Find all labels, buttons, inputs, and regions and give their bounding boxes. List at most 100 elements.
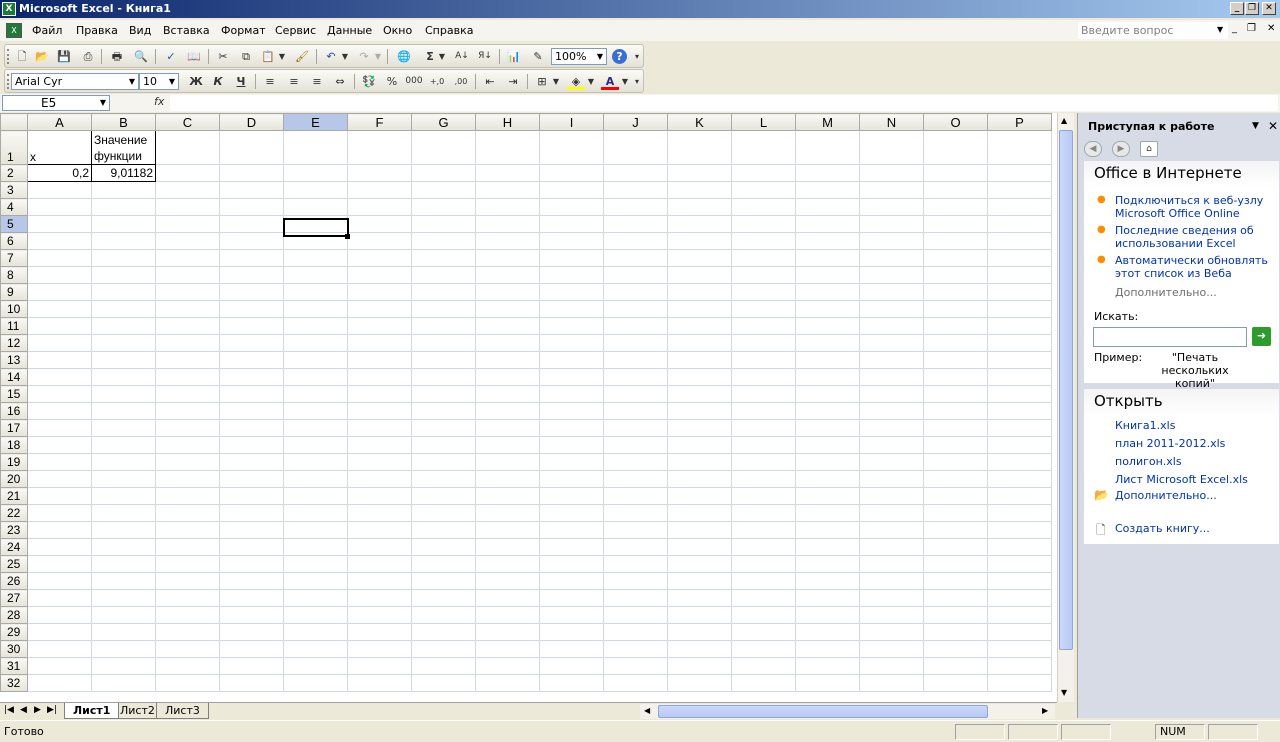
help-icon[interactable]: ? <box>612 49 627 64</box>
font-size-select[interactable]: 10 ▼ <box>139 73 179 90</box>
cell[interactable] <box>347 402 412 420</box>
row-header[interactable]: 14 <box>0 368 28 386</box>
cell[interactable] <box>795 317 860 335</box>
cell[interactable] <box>603 487 668 505</box>
cell[interactable] <box>923 249 988 267</box>
cell[interactable] <box>987 198 1052 216</box>
cell[interactable] <box>731 453 796 471</box>
cell[interactable] <box>987 232 1052 250</box>
cell[interactable] <box>219 521 284 539</box>
cell[interactable] <box>155 521 220 539</box>
cell[interactable] <box>859 487 924 505</box>
cell[interactable] <box>731 283 796 301</box>
cell[interactable] <box>731 317 796 335</box>
save-icon[interactable]: 💾 <box>55 48 73 65</box>
cell[interactable] <box>731 181 796 199</box>
cell[interactable] <box>91 572 156 590</box>
row-header[interactable]: 17 <box>0 419 28 437</box>
paste-icon[interactable]: 📋 <box>259 48 277 65</box>
cell[interactable] <box>603 555 668 573</box>
drawing-icon[interactable]: ✎ <box>529 48 547 65</box>
restore-button[interactable]: ❐ <box>1245 2 1259 15</box>
horizontal-scrollbar[interactable]: ◀ ▶ <box>640 704 1055 719</box>
cell[interactable] <box>667 283 732 301</box>
workbook-icon[interactable]: X <box>6 23 22 38</box>
cell[interactable] <box>987 657 1052 675</box>
menu-insert[interactable]: Вставка <box>163 24 210 37</box>
column-header-e[interactable]: E <box>283 113 348 131</box>
cell[interactable] <box>411 215 476 233</box>
cell[interactable] <box>475 436 540 454</box>
cell[interactable] <box>155 130 220 165</box>
cell[interactable] <box>603 283 668 301</box>
cell[interactable] <box>539 487 604 505</box>
cell[interactable] <box>155 572 220 590</box>
cell[interactable] <box>667 487 732 505</box>
cell[interactable] <box>795 300 860 318</box>
redo-icon[interactable]: ↷ <box>355 48 373 65</box>
cell[interactable] <box>411 436 476 454</box>
menu-edit[interactable]: Правка <box>76 24 118 37</box>
cell[interactable] <box>795 181 860 199</box>
cell[interactable] <box>411 572 476 590</box>
cell[interactable] <box>155 470 220 488</box>
cell[interactable] <box>539 402 604 420</box>
cell[interactable] <box>539 232 604 250</box>
cell[interactable] <box>411 283 476 301</box>
cell[interactable] <box>27 555 92 573</box>
cell-a1[interactable]: x <box>27 130 92 165</box>
cell[interactable] <box>603 368 668 386</box>
first-sheet-icon[interactable]: |◀ <box>4 705 14 715</box>
cell[interactable] <box>987 436 1052 454</box>
row-header[interactable]: 11 <box>0 317 28 335</box>
cell[interactable] <box>731 538 796 556</box>
cell[interactable] <box>603 385 668 403</box>
cell[interactable] <box>155 351 220 369</box>
cell[interactable] <box>155 504 220 522</box>
cell[interactable] <box>987 334 1052 352</box>
cell[interactable] <box>859 164 924 182</box>
font-color-icon[interactable]: A <box>601 73 619 90</box>
column-header-n[interactable]: N <box>859 113 924 131</box>
cell[interactable] <box>155 368 220 386</box>
cell[interactable] <box>91 181 156 199</box>
font-dropdown-icon[interactable]: ▼ <box>126 74 138 89</box>
align-right-icon[interactable]: ≡ <box>308 73 326 90</box>
cell[interactable] <box>91 555 156 573</box>
cell[interactable] <box>219 130 284 165</box>
cell[interactable] <box>283 453 348 471</box>
cell[interactable] <box>667 419 732 437</box>
cell[interactable] <box>859 181 924 199</box>
cell[interactable] <box>795 436 860 454</box>
cell[interactable] <box>91 606 156 624</box>
cell[interactable] <box>91 640 156 658</box>
cell[interactable] <box>155 334 220 352</box>
zoom-dropdown-icon[interactable]: ▼ <box>594 49 606 64</box>
cell[interactable] <box>667 215 732 233</box>
increase-indent-icon[interactable]: ⇥ <box>504 73 522 90</box>
cell[interactable] <box>795 504 860 522</box>
cell[interactable] <box>987 538 1052 556</box>
cell[interactable] <box>795 419 860 437</box>
cell[interactable] <box>283 300 348 318</box>
cell[interactable] <box>539 436 604 454</box>
row-header[interactable]: 2 <box>0 164 28 182</box>
cell[interactable] <box>411 198 476 216</box>
cell[interactable] <box>347 232 412 250</box>
cell[interactable] <box>923 657 988 675</box>
row-header[interactable]: 27 <box>0 589 28 607</box>
name-box-dropdown-icon[interactable]: ▼ <box>100 96 106 110</box>
paste-dropdown-icon[interactable]: ▼ <box>277 48 287 65</box>
row-header[interactable]: 4 <box>0 198 28 216</box>
percent-icon[interactable]: % <box>383 73 401 90</box>
cell[interactable] <box>987 300 1052 318</box>
cell[interactable] <box>859 470 924 488</box>
cell[interactable] <box>923 640 988 658</box>
cell[interactable] <box>155 623 220 641</box>
cell[interactable] <box>219 606 284 624</box>
cell[interactable] <box>987 215 1052 233</box>
cell[interactable] <box>795 521 860 539</box>
home-icon[interactable]: ⌂ <box>1140 141 1158 157</box>
cell[interactable] <box>859 538 924 556</box>
cell[interactable] <box>731 504 796 522</box>
